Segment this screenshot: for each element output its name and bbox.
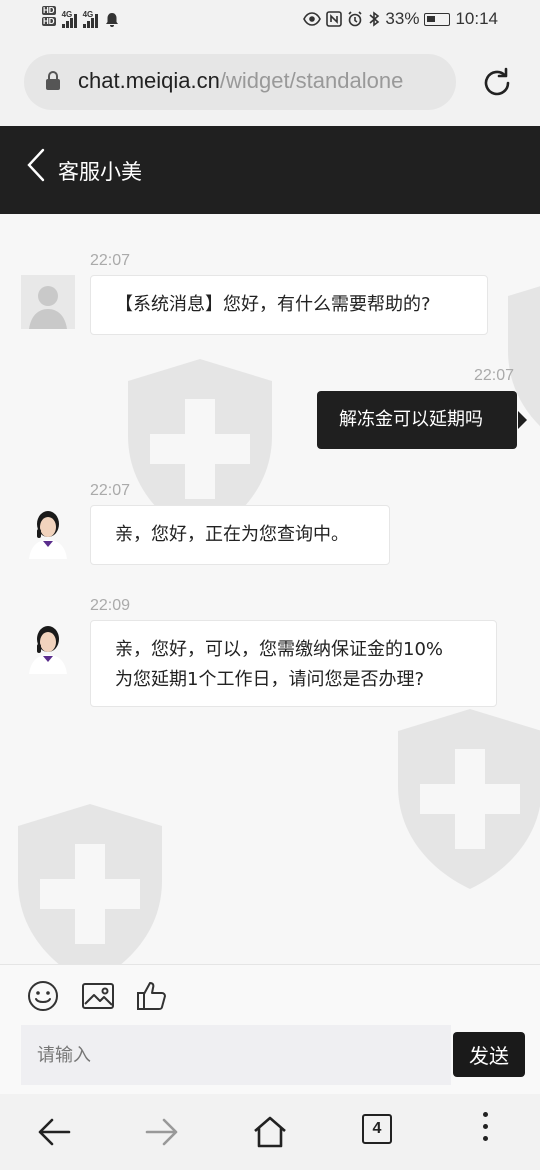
message-text-line: 为您延期1个工作日，请问您是否办理? xyxy=(115,669,425,690)
default-avatar xyxy=(21,275,75,329)
hd-badge: HD xyxy=(42,6,56,15)
message-list[interactable]: 22:07 【系统消息】您好，有什么需要帮助的? 22:07 解冻金可以延期吗 … xyxy=(0,214,540,964)
eye-icon xyxy=(303,12,322,26)
network-type: 4G xyxy=(82,10,94,19)
watermark-shield-icon xyxy=(398,709,540,889)
alarm-icon xyxy=(348,11,362,27)
message-time: 22:07 xyxy=(90,482,131,499)
composer-input-row: 发送 xyxy=(0,1024,540,1094)
menu-dots-icon[interactable] xyxy=(478,1112,492,1148)
status-right: 33% 10:14 xyxy=(303,9,498,29)
back-chevron-icon[interactable] xyxy=(26,148,46,182)
message-text-line: 亲，您好，可以，您需缴纳保证金的10% xyxy=(115,639,444,660)
message-time: 22:09 xyxy=(90,597,131,614)
agent-avatar xyxy=(21,620,75,674)
browser-nav-bar: 4 xyxy=(0,1094,540,1170)
nfc-icon xyxy=(326,11,343,27)
composer-toolbar xyxy=(0,964,540,1028)
hd-badge: HD xyxy=(42,17,56,26)
forward-arrow-icon[interactable] xyxy=(144,1114,180,1150)
reload-icon[interactable] xyxy=(480,66,514,100)
back-arrow-icon[interactable] xyxy=(36,1114,72,1150)
battery-percent: 33% xyxy=(385,9,420,28)
agent-message-bubble: 亲，您好，正在为您查询中。 xyxy=(90,505,390,565)
address-bar[interactable]: chat.meiqia.cn/widget/standalone xyxy=(24,54,456,110)
battery-icon xyxy=(424,12,451,26)
message-text: 解冻金可以延期吗 xyxy=(339,409,483,430)
url-text[interactable]: chat.meiqia.cn/widget/standalone xyxy=(78,68,403,94)
image-icon[interactable] xyxy=(81,979,115,1013)
message-input[interactable] xyxy=(21,1025,451,1085)
url-path: /widget/standalone xyxy=(219,68,404,93)
browser-toolbar: chat.meiqia.cn/widget/standalone xyxy=(0,40,540,126)
agent-message-bubble: 亲，您好，可以，您需缴纳保证金的10% 为您延期1个工作日，请问您是否办理? xyxy=(90,620,497,707)
watermark-shield-icon xyxy=(18,804,162,964)
agent-avatar xyxy=(21,505,75,559)
chat-header: 客服小美 xyxy=(0,126,540,214)
user-message-bubble: 解冻金可以延期吗 xyxy=(317,391,527,449)
clock: 10:14 xyxy=(455,9,498,28)
message-text: 亲，您好，正在为您查询中。 xyxy=(115,524,349,545)
lock-icon xyxy=(46,71,60,91)
home-icon[interactable] xyxy=(252,1114,288,1150)
network-type: 4G xyxy=(61,10,73,19)
bluetooth-icon xyxy=(369,11,380,27)
tabs-icon[interactable]: 4 xyxy=(362,1114,392,1144)
thumbs-up-icon[interactable] xyxy=(135,979,169,1013)
url-host: chat.meiqia.cn xyxy=(78,68,220,93)
emoji-icon[interactable] xyxy=(26,979,60,1013)
send-button[interactable]: 发送 xyxy=(453,1032,525,1077)
message-time: 22:07 xyxy=(90,252,131,269)
page-title: 客服小美 xyxy=(58,160,142,184)
network-indicators: HD HD 4G 4G xyxy=(42,6,120,28)
agent-message-bubble: 【系统消息】您好，有什么需要帮助的? xyxy=(90,275,488,335)
notification-icon xyxy=(105,13,118,27)
message-time: 22:07 xyxy=(474,367,515,384)
status-bar: HD HD 4G 4G 33% 10:14 xyxy=(0,0,540,40)
message-text: 【系统消息】您好，有什么需要帮助的? xyxy=(115,294,431,315)
